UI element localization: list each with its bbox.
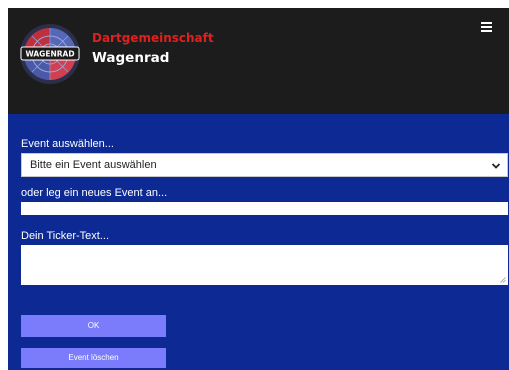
site-header: WAGENRAD Dartgemeinschaft Wagenrad — [8, 8, 509, 114]
event-select-value: Bitte ein Event auswählen — [30, 159, 157, 171]
ticker-text-label: Dein Ticker-Text... — [21, 230, 110, 242]
brand-name-top: Dartgemeinschaft — [92, 31, 214, 45]
app-frame: WAGENRAD Dartgemeinschaft Wagenrad Event… — [8, 8, 509, 370]
new-event-label: oder leg ein neues Event an... — [21, 187, 168, 199]
brand-name-bottom: Wagenrad — [92, 50, 170, 66]
event-select-label: Event auswählen... — [21, 138, 114, 150]
ok-button[interactable]: OK — [21, 315, 166, 337]
svg-text:WAGENRAD: WAGENRAD — [25, 50, 74, 59]
ticker-textarea[interactable] — [21, 245, 508, 285]
hamburger-menu-icon[interactable] — [481, 21, 493, 33]
chevron-down-icon — [491, 163, 501, 169]
new-event-input[interactable] — [21, 202, 508, 215]
event-select[interactable]: Bitte ein Event auswählen — [21, 153, 508, 177]
club-logo: WAGENRAD — [20, 24, 80, 84]
delete-event-button[interactable]: Event löschen — [21, 348, 166, 368]
resize-grip-icon[interactable] — [500, 277, 506, 283]
